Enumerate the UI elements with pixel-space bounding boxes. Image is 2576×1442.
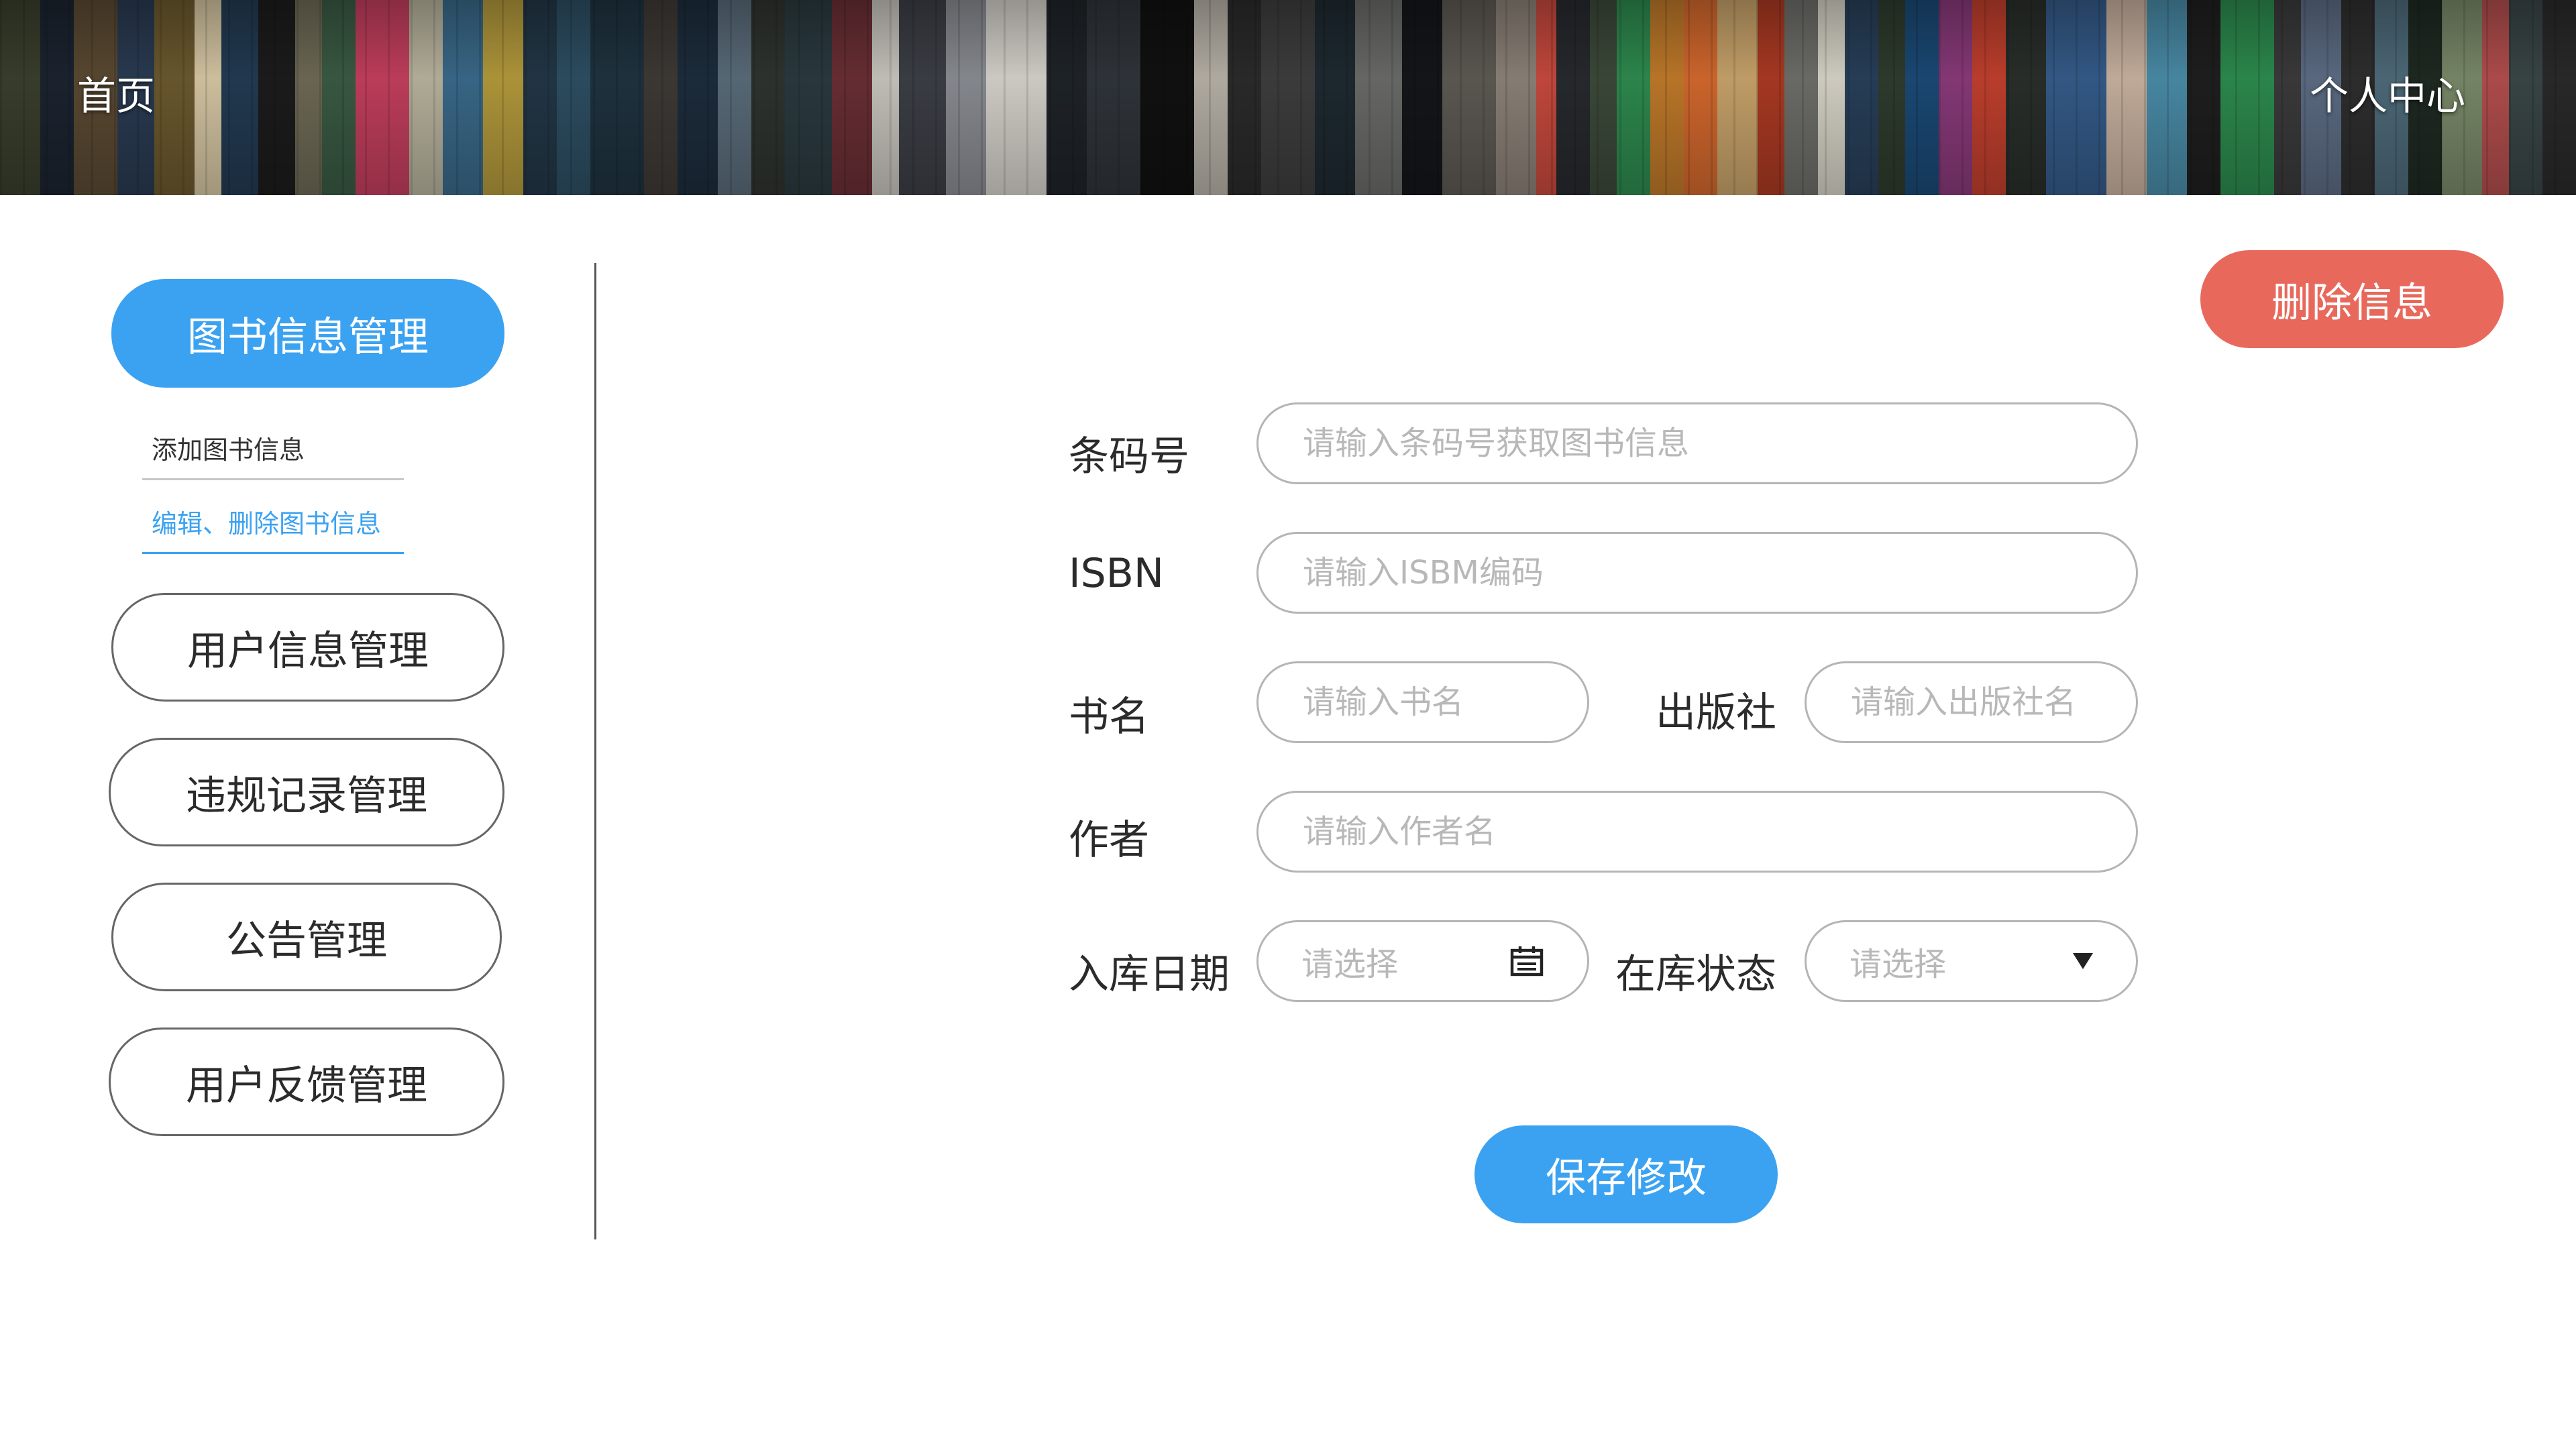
stock-status-select[interactable]: 请选择	[1805, 920, 2138, 1002]
author-input[interactable]	[1301, 812, 2093, 851]
author-label: 作者	[1069, 817, 1149, 864]
storage-date-placeholder: 请选择	[1301, 946, 1399, 983]
nav-profile-link[interactable]: 个人中心	[2310, 64, 2465, 121]
sub-item-edit-delete-book[interactable]: 编辑、删除图书信息	[142, 503, 404, 554]
sub-item-add-book[interactable]: 添加图书信息	[142, 429, 404, 480]
barcode-field[interactable]	[1256, 402, 2138, 484]
sidebar-item-announcements[interactable]: 公告管理	[111, 883, 502, 991]
header-banner: 首页 个人中心	[0, 0, 2576, 195]
nav-home-link[interactable]: 首页	[77, 64, 155, 121]
storage-date-label: 入库日期	[1069, 951, 1230, 998]
storage-date-picker[interactable]: 请选择	[1256, 920, 1589, 1002]
bookshelf-background-image	[0, 0, 2576, 195]
publisher-input[interactable]	[1849, 683, 2093, 722]
sidebar-item-user-feedback[interactable]: 用户反馈管理	[109, 1028, 504, 1136]
title-input[interactable]	[1301, 683, 1544, 722]
calendar-icon[interactable]	[1509, 945, 1544, 977]
delete-info-button[interactable]: 删除信息	[2200, 250, 2504, 348]
stock-status-placeholder: 请选择	[1849, 946, 1947, 983]
isbn-field[interactable]	[1256, 532, 2138, 614]
stock-status-label: 在库状态	[1615, 951, 1776, 998]
barcode-input[interactable]	[1301, 424, 2093, 463]
sidebar-item-book-info[interactable]: 图书信息管理	[111, 279, 504, 388]
publisher-field[interactable]	[1805, 661, 2138, 743]
sidebar-divider	[594, 263, 596, 1239]
sidebar-item-user-info[interactable]: 用户信息管理	[111, 593, 504, 702]
barcode-label: 条码号	[1069, 433, 1189, 480]
title-label: 书名	[1069, 694, 1149, 740]
dropdown-caret-icon	[2073, 953, 2093, 969]
save-changes-button[interactable]: 保存修改	[1474, 1125, 1778, 1223]
isbn-input[interactable]	[1301, 553, 2093, 592]
title-field[interactable]	[1256, 661, 1589, 743]
publisher-label: 出版社	[1656, 689, 1776, 736]
sidebar-item-violation-records[interactable]: 违规记录管理	[109, 738, 504, 846]
isbn-label: ISBN	[1069, 550, 1164, 597]
author-field[interactable]	[1256, 791, 2138, 873]
